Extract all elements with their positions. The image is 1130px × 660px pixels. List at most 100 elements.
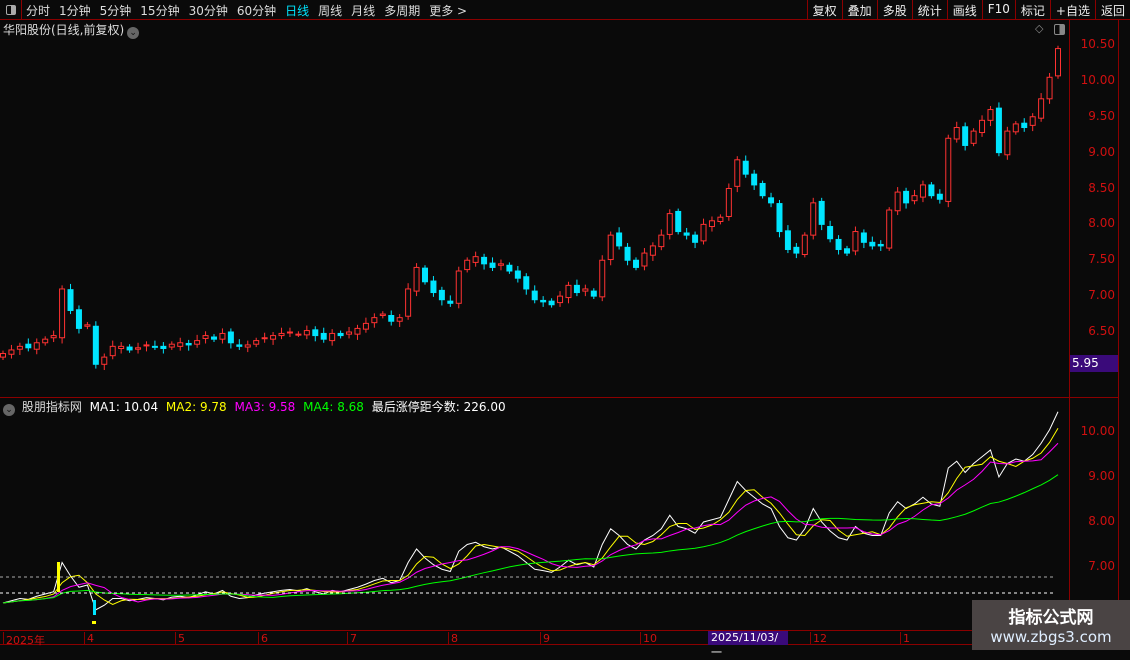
- candle-body: [548, 300, 555, 306]
- candle-body: [911, 195, 918, 202]
- candle-body: [455, 270, 462, 304]
- candle-body: [582, 288, 589, 292]
- current-price-label: 5.95: [1070, 355, 1118, 372]
- candle-body: [126, 346, 133, 351]
- candle-body: [936, 193, 943, 200]
- candle-body: [354, 327, 361, 335]
- candle-body: [438, 289, 445, 301]
- candle-body: [658, 234, 665, 248]
- candle-body: [33, 342, 40, 350]
- candle-body: [84, 324, 91, 327]
- ma2-line: [2, 427, 1059, 606]
- candle-body: [565, 284, 572, 299]
- date-tick: 9: [540, 632, 550, 645]
- candle-body: [464, 259, 471, 271]
- candle-body: [50, 335, 57, 339]
- candle-body: [1004, 130, 1011, 156]
- candle-body: [59, 288, 66, 339]
- candle-body: [540, 299, 547, 303]
- candle-body: [675, 210, 682, 233]
- tool-button[interactable]: 返回: [1094, 0, 1130, 20]
- indicator-tick: 9.00: [1088, 469, 1115, 483]
- candle-body: [827, 226, 834, 240]
- signal-bar: [57, 562, 60, 592]
- candle-body: [641, 252, 648, 267]
- candle-body: [633, 259, 639, 268]
- candle-body: [531, 290, 538, 301]
- date-tick: 6: [258, 632, 268, 645]
- price-tick: 9.00: [1088, 144, 1115, 159]
- candle-body: [143, 344, 150, 347]
- candle-body: [497, 263, 504, 266]
- candle-body: [67, 289, 74, 311]
- candle-body: [151, 345, 158, 348]
- candle-body: [886, 209, 893, 249]
- candle-body: [92, 325, 99, 365]
- candle-body: [413, 266, 420, 292]
- candle-body: [0, 353, 6, 358]
- price-tick: 6.50: [1088, 324, 1115, 338]
- candle-body: [25, 343, 32, 349]
- candle-body: [422, 267, 428, 283]
- candle-body: [979, 119, 986, 134]
- candle-body: [202, 335, 209, 339]
- candle-body: [616, 232, 623, 247]
- date-cursor: 2025/11/03/一: [708, 631, 788, 659]
- candle-body: [8, 349, 15, 355]
- candle-body: [1012, 123, 1019, 133]
- candle-body: [514, 270, 521, 279]
- candle-body: [717, 216, 724, 223]
- candle-body: [253, 340, 260, 345]
- candle-body: [844, 248, 850, 254]
- candle-body: [700, 223, 707, 242]
- candle-body: [557, 295, 564, 304]
- indicator-tick: 8.00: [1088, 514, 1115, 528]
- candle-body: [784, 230, 791, 250]
- candle-body: [877, 243, 884, 247]
- candle-body: [590, 290, 597, 297]
- candle-body: [194, 340, 201, 345]
- candle-body: [177, 342, 184, 347]
- candle-body: [329, 332, 336, 342]
- candle-body: [759, 182, 766, 197]
- candle-body: [303, 330, 310, 336]
- candle-body: [919, 184, 926, 198]
- candle-body: [1029, 116, 1036, 126]
- candle-body: [962, 126, 969, 146]
- price-tick: 8.50: [1088, 180, 1115, 195]
- candle-body: [953, 127, 960, 140]
- candle-body: [16, 345, 23, 350]
- candle-body: [135, 347, 142, 350]
- candle-body: [489, 262, 496, 268]
- candle-body: [1046, 76, 1053, 100]
- candle-body: [481, 256, 488, 265]
- candle-body: [219, 332, 226, 340]
- price-tick: 7.00: [1088, 288, 1115, 303]
- candle-body: [1055, 48, 1061, 77]
- candle-body: [970, 130, 977, 144]
- candle-body: [742, 160, 749, 175]
- candle-body: [244, 344, 251, 348]
- ma4-line: [2, 474, 1059, 604]
- candle-body: [312, 329, 319, 337]
- date-axis: 2025/11/03/一 2025年 4 5 6 7 8 9 10 12 1: [0, 630, 1070, 659]
- candle-body: [1038, 98, 1045, 119]
- candle-body: [666, 213, 673, 235]
- candle-body: [649, 245, 656, 256]
- candle-body: [776, 203, 783, 233]
- watermark: 指标公式网 www.zbgs3.com: [972, 600, 1130, 650]
- candle-body: [801, 234, 808, 256]
- price-tick: 8.00: [1088, 216, 1115, 231]
- candle-body: [109, 345, 116, 357]
- candle-body: [751, 173, 758, 186]
- candle-body: [1021, 122, 1028, 129]
- candle-body: [987, 109, 994, 121]
- candle-body: [818, 200, 825, 225]
- candle-body: [768, 197, 775, 204]
- price-tick: 10.00: [1080, 72, 1115, 87]
- candle-body: [168, 343, 175, 348]
- chart-canvas[interactable]: [0, 0, 1070, 630]
- date-tick: 5: [175, 632, 185, 645]
- candle-body: [869, 241, 876, 247]
- side-panel-strip[interactable]: [1118, 20, 1130, 630]
